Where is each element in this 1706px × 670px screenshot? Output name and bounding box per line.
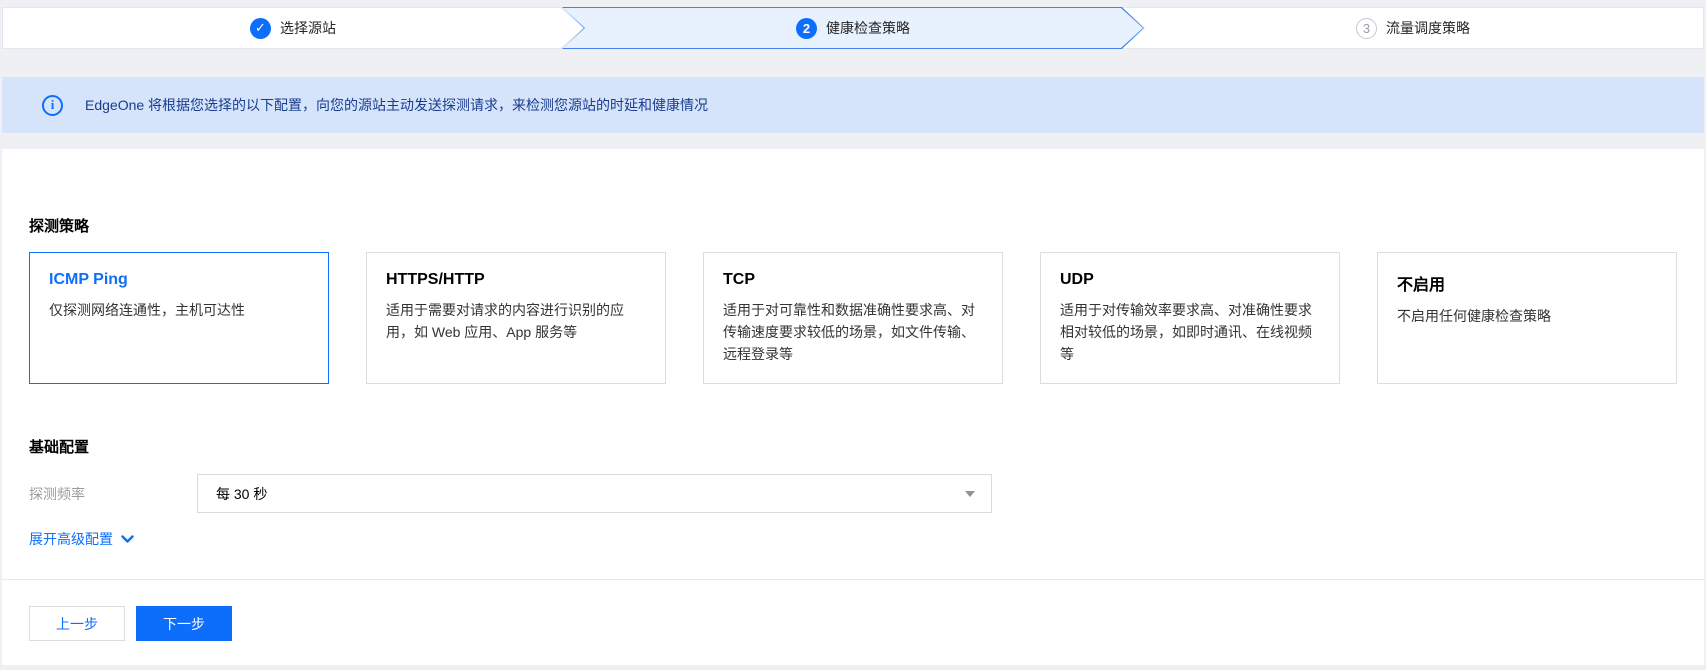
info-banner-text: EdgeOne 将根据您选择的以下配置，向您的源站主动发送探测请求，来检测您源站…	[85, 97, 709, 113]
step-label: 健康检查策略	[826, 20, 910, 36]
wizard-steps: ✓ 选择源站 2 健康检查策略 3 流量调度策略	[2, 7, 1704, 49]
health-check-config-panel: 探测策略 ICMP Ping 仅探测网络连通性，主机可达性 HTTPS/HTTP…	[2, 149, 1704, 665]
probe-frequency-label: 探测频率	[29, 485, 85, 502]
check-circle-icon: ✓	[250, 17, 271, 39]
expand-advanced-config-label: 展开高级配置	[29, 531, 113, 547]
option-description: 仅探测网络连通性，主机可达性	[49, 302, 245, 318]
option-description: 适用于对可靠性和数据准确性要求高、对传输速度要求较低的场景，如文件传输、远程登录…	[723, 302, 975, 362]
option-title: ICMP Ping	[49, 271, 128, 288]
option-description: 不启用任何健康检查策略	[1397, 308, 1551, 324]
wizard-footer: 上一步 下一步	[2, 579, 1704, 641]
option-title: HTTPS/HTTP	[386, 271, 485, 288]
next-step-button[interactable]: 下一步	[136, 606, 232, 641]
option-tcp[interactable]: TCP 适用于对可靠性和数据准确性要求高、对传输速度要求较低的场景，如文件传输、…	[703, 252, 1003, 384]
probe-frequency-value: 每 30 秒	[216, 485, 268, 502]
step-select-origin[interactable]: ✓ 选择源站	[2, 7, 584, 49]
probe-frequency-row: 探测频率 每 30 秒	[29, 474, 1677, 513]
option-title: UDP	[1060, 271, 1094, 288]
option-title: 不启用	[1397, 277, 1446, 294]
step-label: 选择源站	[280, 20, 336, 36]
option-disabled[interactable]: 不启用 不启用任何健康检查策略	[1377, 252, 1677, 384]
basic-config-title: 基础配置	[29, 439, 90, 456]
option-icmp-ping[interactable]: ICMP Ping 仅探测网络连通性，主机可达性	[29, 252, 329, 384]
step-health-check-policy[interactable]: 2 健康检查策略	[562, 7, 1144, 49]
previous-step-button[interactable]: 上一步	[29, 606, 125, 641]
step-number-badge: 2	[796, 17, 817, 39]
step-traffic-scheduling-policy[interactable]: 3 流量调度策略	[1122, 7, 1704, 49]
step-number-badge: 3	[1356, 17, 1377, 39]
option-udp[interactable]: UDP 适用于对传输效率要求高、对准确性要求相对较低的场景，如即时通讯、在线视频…	[1040, 252, 1340, 384]
option-description: 适用于需要对请求的内容进行识别的应用，如 Web 应用、App 服务等	[386, 302, 624, 340]
expand-advanced-config-link[interactable]: 展开高级配置	[29, 529, 134, 549]
probe-frequency-select[interactable]: 每 30 秒	[197, 474, 992, 513]
info-banner: i EdgeOne 将根据您选择的以下配置，向您的源站主动发送探测请求，来检测您…	[2, 77, 1704, 133]
probe-policy-options: ICMP Ping 仅探测网络连通性，主机可达性 HTTPS/HTTP 适用于需…	[29, 252, 1677, 384]
option-https-http[interactable]: HTTPS/HTTP 适用于需要对请求的内容进行识别的应用，如 Web 应用、A…	[366, 252, 666, 384]
probe-policy-title: 探测策略	[29, 218, 90, 235]
info-icon: i	[42, 94, 63, 116]
chevron-down-icon	[121, 534, 134, 543]
caret-down-icon	[965, 490, 975, 497]
step-label: 流量调度策略	[1386, 20, 1470, 36]
option-title: TCP	[723, 271, 755, 288]
option-description: 适用于对传输效率要求高、对准确性要求相对较低的场景，如即时通讯、在线视频等	[1060, 302, 1312, 362]
